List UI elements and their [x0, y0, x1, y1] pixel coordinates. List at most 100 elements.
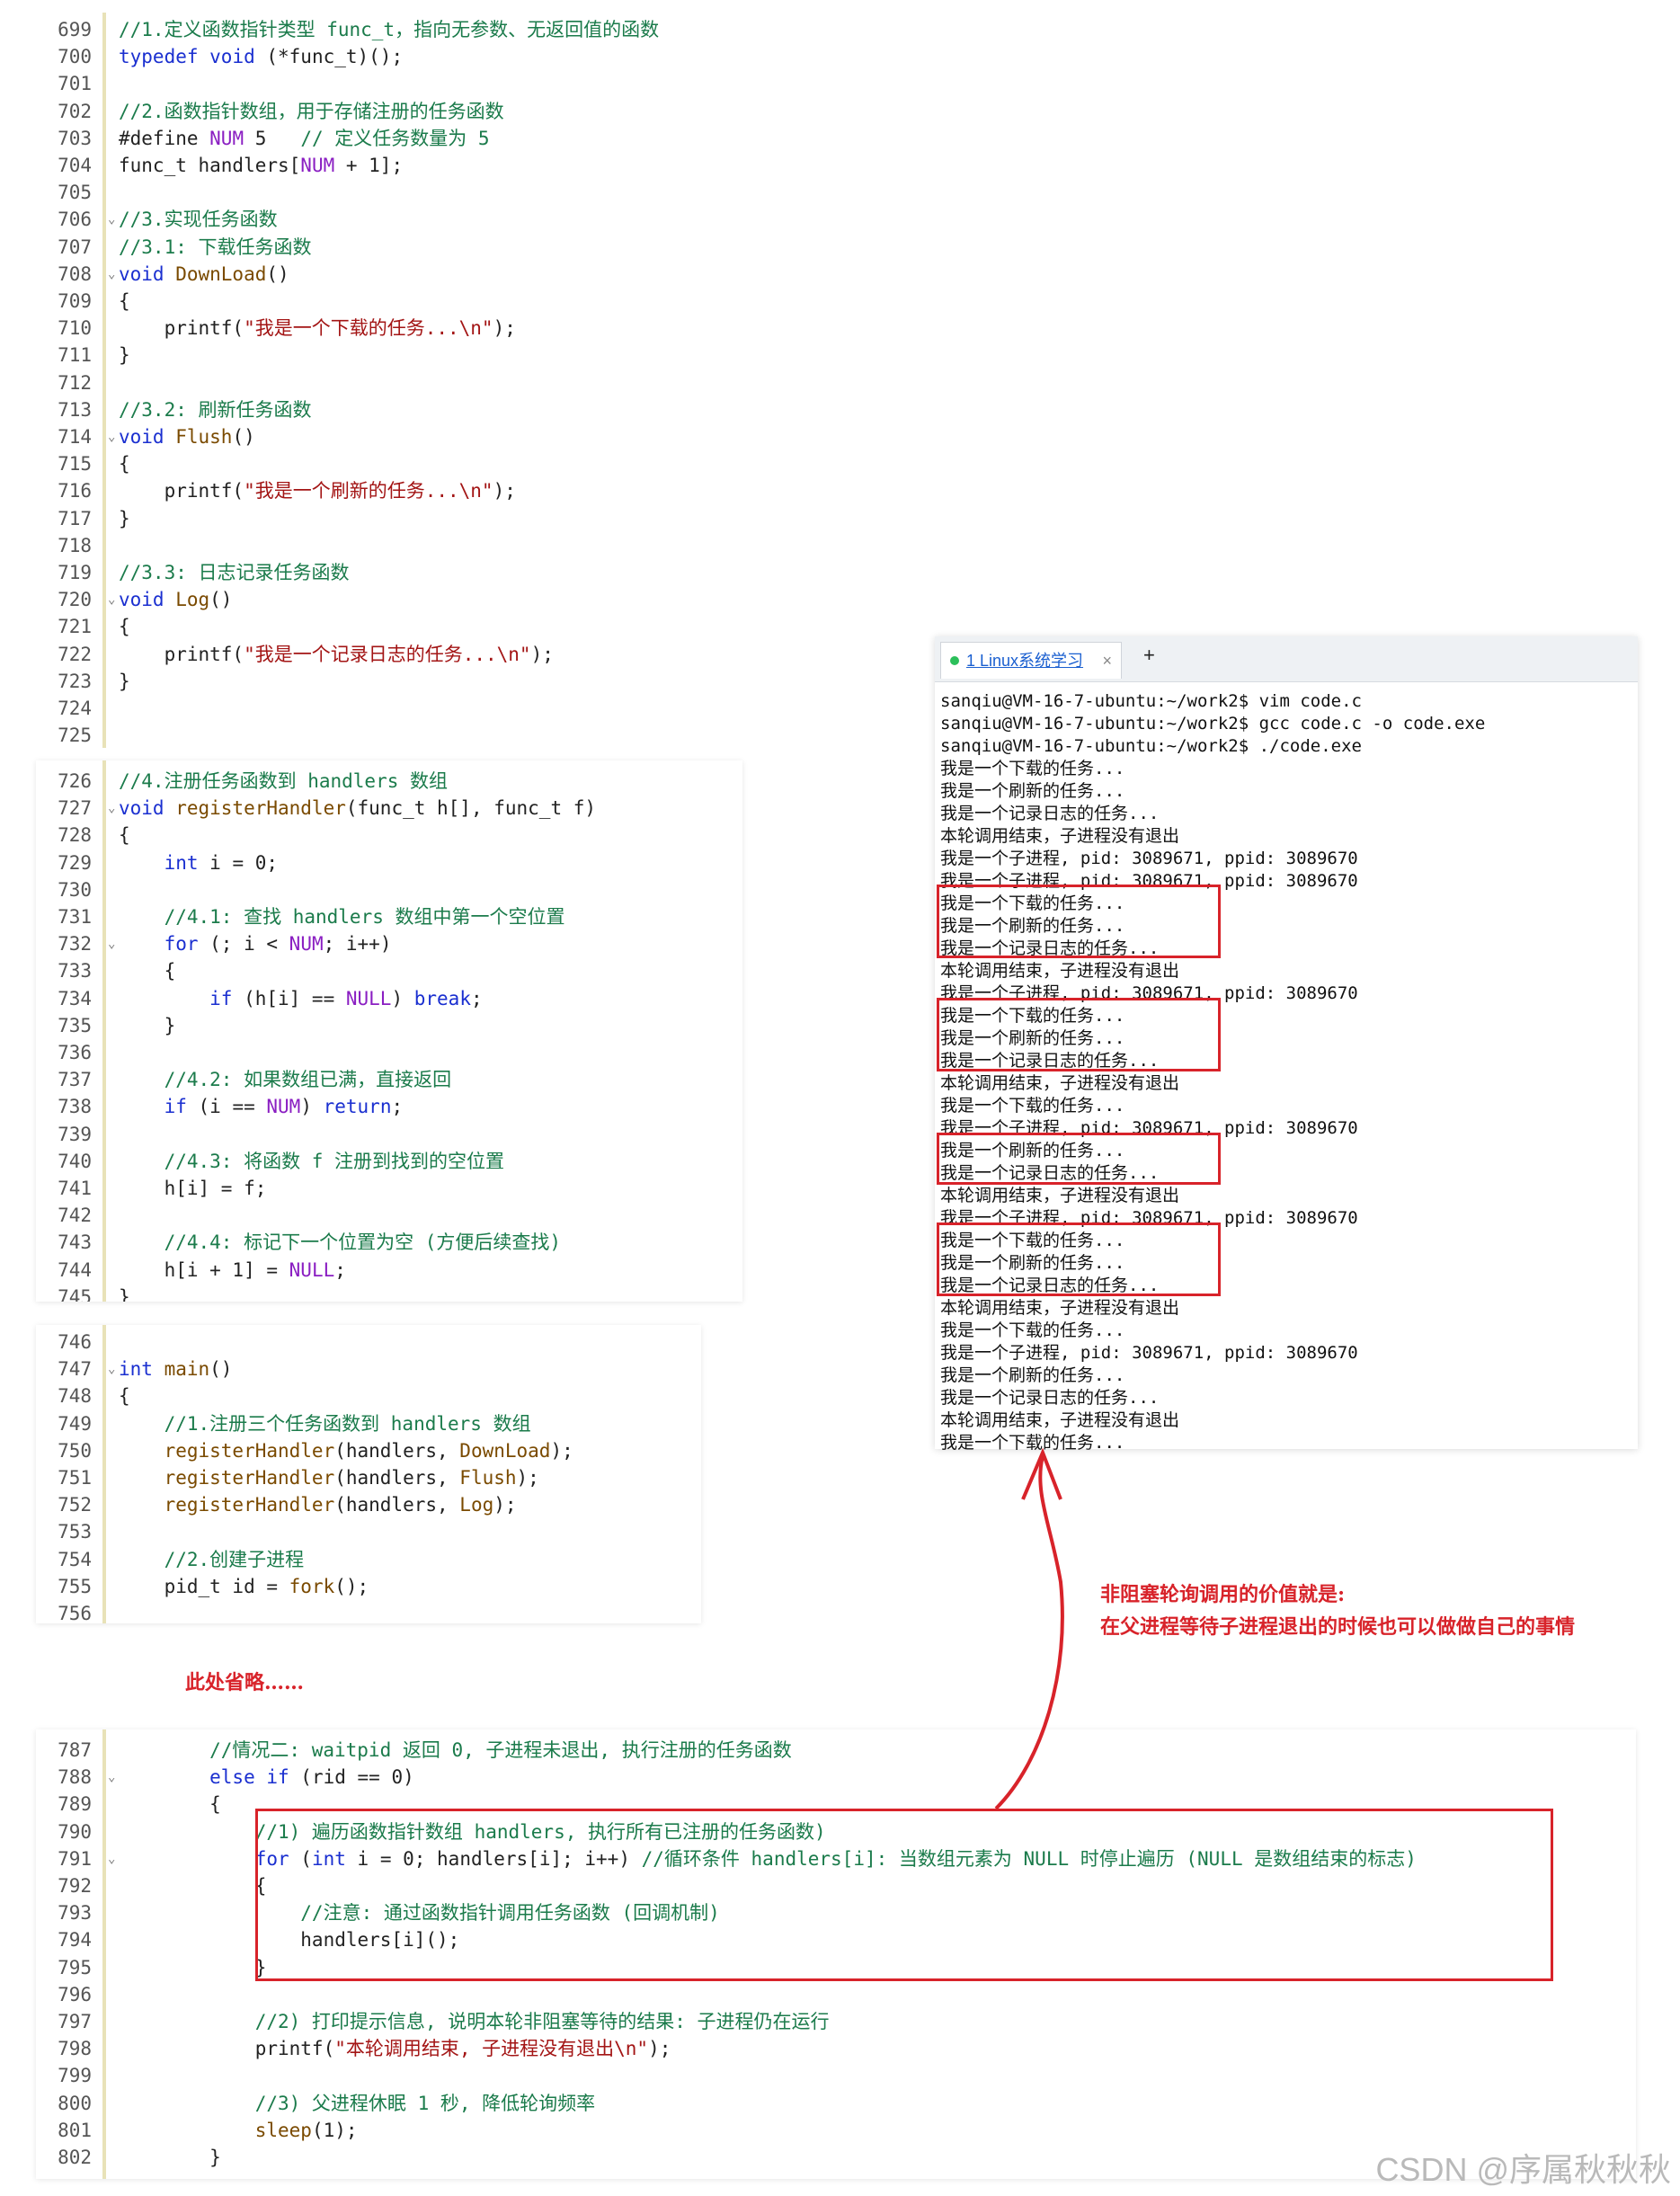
code-panel-task-functions: 699 //1.定义函数指针类型 func_t，指向无参数、无返回值的函数 700 t…	[36, 13, 773, 748]
highlight-box	[937, 1133, 1221, 1185]
code-token: //3) 父进程休眠 1 秒, 降低轮询频率	[119, 2092, 596, 2114]
code-token: }	[119, 670, 130, 692]
watermark: CSDN @序属秋秋秋	[1375, 2151, 1671, 2188]
line-number: 799	[58, 2065, 92, 2087]
terminal-line: 本轮调用结束，子进程没有退出	[940, 1410, 1180, 1430]
code-line: #define NUM 5 // 定义任务数量为 5	[119, 125, 490, 152]
terminal-line: 我是一个下载的任务...	[940, 1433, 1125, 1453]
line-number: 724	[58, 698, 92, 719]
fold-chevron-icon[interactable]: ⌄	[108, 586, 115, 613]
code-token: NUM	[300, 155, 335, 176]
highlight-box	[937, 885, 1221, 958]
terminal-line: 本轮调用结束，子进程没有退出	[940, 1186, 1180, 1205]
code-token: //3.3: 日志记录任务函数	[119, 562, 350, 583]
line-number: 797	[58, 2011, 92, 2032]
line-number: 796	[58, 1983, 92, 2005]
code-token: fork	[289, 1575, 335, 1597]
add-tab-icon[interactable]: +	[1143, 644, 1155, 667]
code-line: {	[119, 613, 130, 640]
line-number: 714	[58, 426, 92, 448]
fold-chevron-icon[interactable]: ⌄	[108, 261, 115, 288]
fold-chevron-icon[interactable]: ⌄	[108, 1845, 115, 1872]
terminal-line: 本轮调用结束，子进程没有退出	[940, 826, 1180, 846]
code-token: NULL	[289, 1258, 335, 1281]
code-token: //2) 打印提示信息, 说明本轮非阻塞等待的结果: 子进程仍在运行	[119, 2011, 830, 2032]
code-token: Flush	[175, 426, 233, 448]
terminal-line: 我是一个刷新的任务...	[940, 1365, 1125, 1385]
code-line: //3.2: 刷新任务函数	[119, 396, 312, 423]
line-number: 794	[58, 1929, 92, 1952]
terminal-tab[interactable]: 1 Linux系统学习 ×	[940, 642, 1122, 679]
code-token: );	[493, 317, 516, 340]
terminal-line: 我是一个子进程, pid: 3089671, ppid: 3089670	[940, 849, 1358, 868]
line-number: 709	[58, 290, 92, 312]
code-token: );	[493, 1494, 517, 1516]
line-number: 754	[58, 1548, 92, 1570]
code-token: DownLoad	[459, 1439, 551, 1462]
omitted-label: 此处省略……	[185, 1671, 305, 1694]
change-gutter	[102, 760, 106, 1302]
terminal-window: 1 Linux系统学习 × + sanqiu@VM-16-7-ubuntu:~/…	[935, 636, 1638, 1453]
line-number: 703	[58, 127, 92, 149]
code-line: {	[119, 288, 130, 315]
fold-chevron-icon[interactable]: ⌄	[108, 206, 115, 233]
terminal-line: 我是一个下载的任务...	[940, 759, 1125, 778]
code-token: (i ==	[198, 1096, 267, 1118]
line-number: 731	[58, 906, 92, 928]
code-token: (handlers,	[334, 1467, 460, 1489]
code-token: Log	[175, 589, 210, 611]
code-token: );	[516, 1467, 539, 1489]
line-number: 708	[58, 262, 92, 285]
line-number: 741	[58, 1178, 92, 1199]
line-number: 721	[58, 616, 92, 638]
code-token: NUM	[209, 127, 244, 149]
line-number: 736	[58, 1042, 92, 1063]
code-line: void Log()	[119, 586, 232, 613]
line-number: 801	[58, 2119, 92, 2141]
code-line: printf("我是一个刷新的任务...\n");	[119, 477, 516, 504]
line-number: 756	[58, 1603, 92, 1623]
fold-chevron-icon[interactable]: ⌄	[108, 930, 115, 957]
line-number: 699	[58, 19, 92, 40]
code-line: registerHandler(handlers, DownLoad);	[119, 1437, 573, 1464]
line-number: 802	[58, 2147, 92, 2168]
code-token: )	[300, 1096, 324, 1118]
code-line: registerHandler(handlers, Flush);	[119, 1464, 539, 1491]
fold-chevron-icon[interactable]: ⌄	[108, 1764, 115, 1791]
fold-chevron-icon[interactable]: ⌄	[108, 1356, 115, 1383]
code-token: i = 0;	[209, 851, 279, 874]
line-number: 701	[58, 73, 92, 95]
line-number: 792	[58, 1875, 92, 1897]
fold-chevron-icon[interactable]: ⌄	[108, 423, 115, 450]
line-number: 727	[58, 797, 92, 820]
code-token: {	[119, 1385, 130, 1408]
line-number: 747	[58, 1358, 92, 1381]
code-line: //4.1: 查找 handlers 数组中第一个空位置	[119, 903, 565, 930]
code-line: //2.创建子进程	[119, 1546, 305, 1573]
code-line: else if (rid == 0)	[119, 1764, 414, 1791]
code-token: "本轮调用结束, 子进程没有退出\n"	[334, 2038, 649, 2060]
line-number: 715	[58, 453, 92, 476]
code-panel-main: 746 747 ⌄ int main() 748 {749 //1.注册三个任务函数到 h…	[36, 1325, 701, 1623]
code-token: {	[119, 616, 130, 638]
code-token: h[i + 1] =	[119, 1258, 289, 1281]
code-token: //情况二: waitpid 返回 0, 子进程未退出, 执行注册的任务函数	[119, 1739, 792, 1761]
change-gutter	[102, 1729, 106, 2179]
code-line: int i = 0;	[119, 849, 278, 876]
terminal-line: 我是一个刷新的任务...	[940, 781, 1125, 801]
code-token: ();	[334, 1575, 369, 1597]
line-number: 752	[58, 1494, 92, 1516]
code-line: h[i] = f;	[119, 1175, 267, 1202]
close-icon[interactable]: ×	[1102, 643, 1112, 679]
code-token: registerHandler	[175, 797, 346, 820]
code-line: //2) 打印提示信息, 说明本轮非阻塞等待的结果: 子进程仍在运行	[119, 2008, 830, 2035]
terminal-line: sanqiu@VM-16-7-ubuntu:~/work2$ gcc code.…	[940, 714, 1486, 733]
code-line: //3.1: 下载任务函数	[119, 234, 312, 261]
terminal-line: 我是一个记录日志的任务...	[940, 1388, 1160, 1408]
code-token: ;	[470, 987, 483, 1009]
code-token: {	[119, 1793, 221, 1816]
terminal-line: 我是一个下载的任务...	[940, 1096, 1125, 1116]
code-line: h[i + 1] = NULL;	[119, 1257, 346, 1284]
code-line: //2.函数指针数组，用于存储注册的任务函数	[119, 98, 504, 125]
fold-chevron-icon[interactable]: ⌄	[108, 795, 115, 822]
